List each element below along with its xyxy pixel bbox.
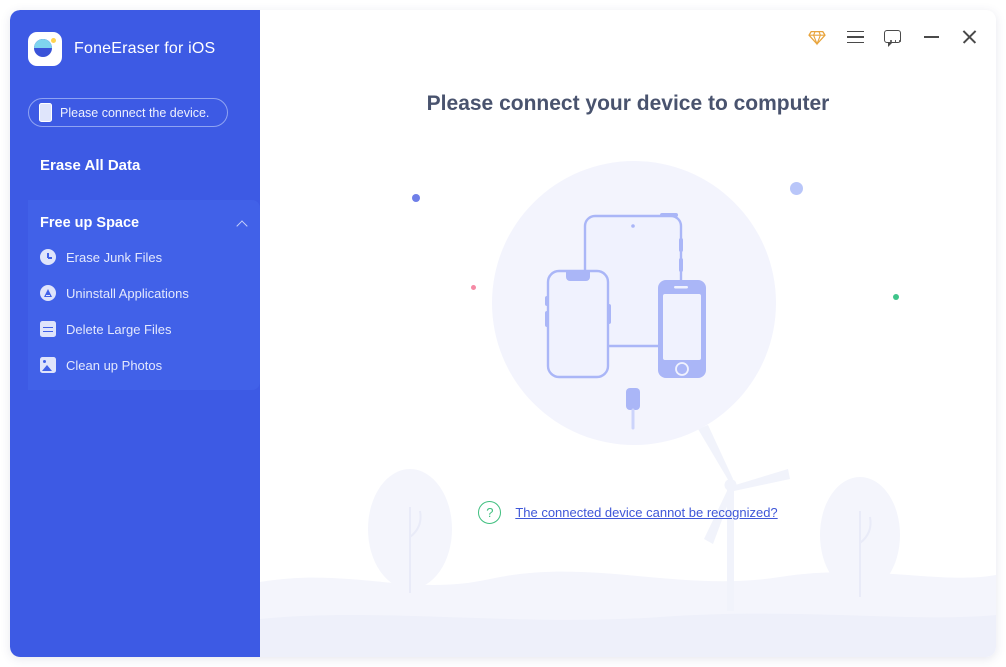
hamburger-menu-icon (846, 31, 864, 42)
sidebar: FoneEraser for iOS Please connect the de… (10, 10, 260, 657)
logo-spark-dot (51, 38, 56, 43)
sidebar-item-erase-all-data[interactable]: Erase All Data (40, 157, 140, 174)
devices-graphic (492, 161, 776, 445)
sidebar-item-label: Clean up Photos (66, 357, 163, 373)
periwinkle-dot (790, 182, 803, 195)
main-content: Please connect your device to computer ?… (260, 10, 996, 657)
pink-dot (471, 285, 476, 290)
question-mark-icon[interactable]: ? (478, 501, 502, 524)
app-title: FoneEraser for iOS (74, 40, 216, 57)
diamond-icon (808, 30, 826, 46)
sidebar-item-clean-up-photos[interactable]: Clean up Photos (40, 352, 252, 378)
chevron-up-icon[interactable] (237, 220, 248, 227)
minimize-icon (923, 36, 939, 38)
photo-icon (40, 357, 56, 373)
sidebar-item-erase-junk-files[interactable]: Erase Junk Files (40, 244, 252, 270)
file-icon (40, 321, 56, 337)
close-button[interactable] (958, 26, 980, 48)
feedback-button[interactable] (882, 26, 904, 48)
clock-icon (40, 249, 56, 265)
page-title: Please connect your device to computer (426, 92, 830, 115)
app-window: FoneEraser for iOS Please connect the de… (10, 10, 996, 657)
menu-button[interactable] (844, 26, 866, 48)
connect-devices-illustration (260, 128, 996, 498)
free-up-space-title: Free up Space (40, 215, 140, 231)
close-icon (961, 29, 977, 45)
sidebar-item-label: Erase Junk Files (66, 249, 163, 265)
titlebar-controls (806, 20, 980, 54)
premium-diamond-button[interactable] (806, 26, 828, 48)
free-up-space-panel: Free up Space Erase Junk Files Uninstall… (28, 200, 260, 390)
sidebar-item-label: Uninstall Applications (66, 285, 189, 301)
sidebar-item-delete-large-files[interactable]: Delete Large Files (40, 316, 252, 342)
sidebar-item-uninstall-applications[interactable]: Uninstall Applications (40, 280, 252, 306)
brand-row: FoneEraser for iOS (28, 32, 215, 66)
logo-eraser-shape (34, 39, 52, 57)
sidebar-item-label: Delete Large Files (66, 321, 172, 337)
help-row: ? The connected device cannot be recogni… (260, 501, 996, 524)
app-logo-icon (28, 32, 62, 66)
blue-dot (412, 194, 420, 202)
phone-icon (39, 103, 52, 122)
chat-dots (890, 40, 901, 42)
device-status-pill[interactable]: Please connect the device. (28, 98, 228, 127)
chat-bubble-icon (884, 30, 901, 47)
app-icon (40, 285, 56, 301)
green-dot (893, 294, 899, 300)
minimize-button[interactable] (920, 26, 942, 48)
device-not-recognized-link[interactable]: The connected device cannot be recognize… (515, 505, 777, 520)
device-status-text: Please connect the device. (60, 105, 210, 120)
free-up-space-header[interactable]: Free up Space (40, 212, 248, 234)
